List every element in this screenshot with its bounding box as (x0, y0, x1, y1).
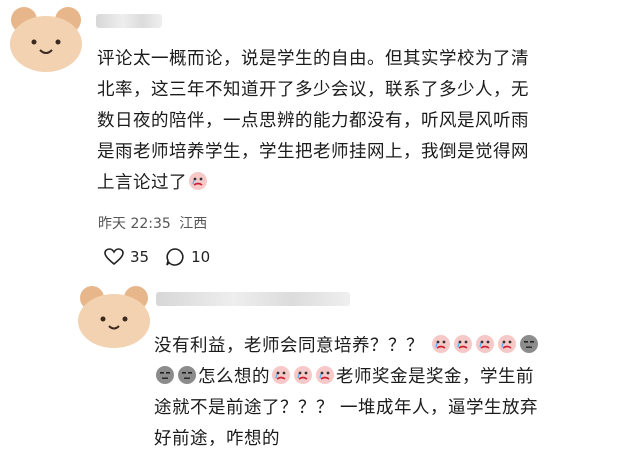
comment-location: 江西 (179, 216, 208, 232)
comment-bubble-icon (166, 248, 184, 266)
comment-2-line: 没有利益，老师会同意培养？？？ (154, 331, 540, 362)
crying-face-emoji (272, 366, 290, 384)
speechless-face-emoji (520, 335, 539, 353)
crying-face-emoji (432, 335, 451, 353)
comment-1-meta: 昨天 22:35 江西 (98, 213, 211, 233)
comment-2-text: 没有利益，老师会同意培养？？？ 怎么想的 老师奖金是奖金，学生前 途就不是前途了？… (154, 331, 540, 455)
username-2-redacted[interactable] (156, 292, 350, 306)
comment-1-text: 评论太一概而论，说是学生的自由。但其实学校为了清 北率，这三年不知道开了多少会议… (97, 44, 529, 199)
comment-2-line: 怎么想的 老师奖金是奖金，学生前 (154, 362, 540, 393)
username-1-redacted[interactable] (96, 14, 162, 28)
comment-1-actions: 35 10 (104, 247, 226, 267)
speechless-face-emoji (178, 366, 196, 384)
crying-face-emoji (454, 335, 473, 353)
comment-1-line: 北率，这三年不知道开了多少会议，联系了多少人，无 (97, 80, 529, 100)
crying-face-emoji (316, 366, 334, 384)
crying-face-emoji (189, 172, 207, 190)
speechless-face-emoji (156, 366, 174, 384)
crying-face-emoji (294, 366, 312, 384)
user-avatar-2[interactable] (74, 283, 154, 355)
comment-2-line: 好前途，咋想的 (154, 429, 280, 449)
user-avatar-1[interactable] (6, 4, 86, 78)
reply-button[interactable]: 10 (165, 247, 210, 267)
comment-1-line: 评论太一概而论，说是学生的自由。但其实学校为了清 (97, 49, 529, 69)
comment-1-line: 是雨老师培养学生，学生把老师挂网上，我倒是觉得网 (97, 142, 529, 162)
like-count: 35 (130, 248, 150, 266)
crying-face-emoji (498, 335, 517, 353)
like-button[interactable]: 35 (104, 248, 149, 266)
comment-2-line: 途就不是前途了？？？ 一堆成年人，逼学生放弃 (154, 398, 539, 418)
comment-1-line: 数日夜的陪伴，一点思辨的能力都没有，听风是风听雨 (97, 111, 529, 131)
comment-1-line-last: 上言论过了 (97, 168, 529, 199)
reply-count: 10 (191, 248, 211, 266)
crying-face-emoji (476, 335, 495, 353)
heart-icon (104, 248, 124, 266)
comment-time: 昨天 22:35 (98, 216, 171, 232)
